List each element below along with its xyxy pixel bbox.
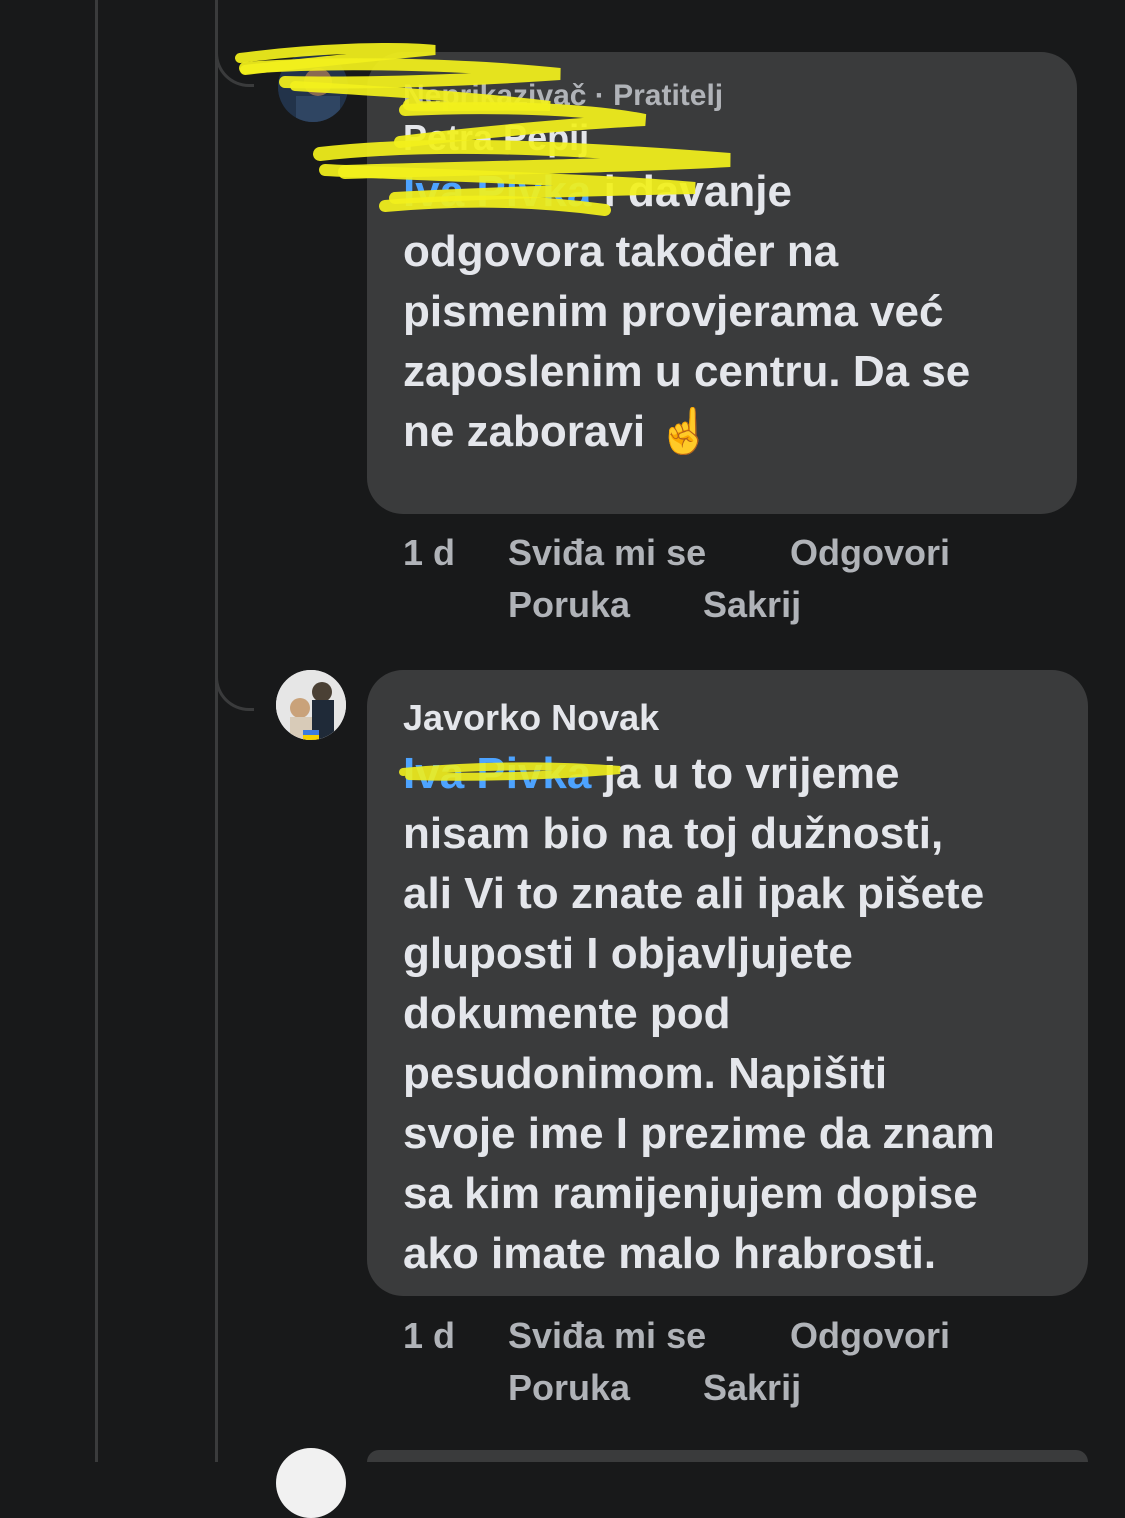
avatar[interactable]: [276, 1448, 346, 1518]
comment-text-line: nisam bio na toj dužnosti,: [403, 809, 944, 858]
comment-text-line: odgovora također na: [403, 227, 839, 276]
comment-text-line: sa kim ramijenjujem dopise: [403, 1169, 978, 1218]
ukraine-flag-icon: [303, 730, 319, 740]
comment-time[interactable]: 1 d: [403, 532, 455, 574]
comment-text-line: dokumente pod: [403, 989, 731, 1038]
hide-button[interactable]: Sakrij: [703, 584, 801, 626]
comment-text-line: gluposti I objavljujete: [403, 929, 853, 978]
thread-connector: [215, 664, 254, 711]
comment-text: Iva Pivka ja u to vrijeme nisam bio na t…: [403, 744, 1052, 1284]
avatar[interactable]: [276, 670, 346, 740]
comment-text-line: ali Vi to znate ali ipak pišete: [403, 869, 985, 918]
thread-line-inner: [215, 0, 218, 1462]
comment-actions: 1 d Sviđa mi se Odgovori Poruka Sakrij: [403, 1315, 1053, 1415]
reply-button[interactable]: Odgovori: [790, 1315, 950, 1357]
comment-text-line: ako imate malo hrabrosti.: [403, 1229, 937, 1278]
highlighter-redaction: [235, 43, 731, 216]
like-button[interactable]: Sviđa mi se: [508, 1315, 706, 1357]
comment-text-line: svoje ime I prezime da znam: [403, 1109, 995, 1158]
comment-actions: 1 d Sviđa mi se Odgovori Poruka Sakrij: [403, 532, 1053, 632]
comment-text-line: zaposlenim u centru. Da se: [403, 347, 971, 396]
like-button[interactable]: Sviđa mi se: [508, 532, 706, 574]
comment-text-line: ne zaboravi ☝️: [403, 407, 713, 456]
comment-text-line: ja u to vrijeme: [591, 749, 900, 798]
comment-time[interactable]: 1 d: [403, 1315, 455, 1357]
reply-button[interactable]: Odgovori: [790, 532, 950, 574]
comment-bubble[interactable]: [367, 1450, 1088, 1462]
comment-text-line: pesudonimom. Napišiti: [403, 1049, 888, 1098]
highlighter-redaction: [399, 762, 621, 781]
message-button[interactable]: Poruka: [508, 584, 630, 626]
hide-button[interactable]: Sakrij: [703, 1367, 801, 1409]
comment-text-line: pismenim provjerama već: [403, 287, 944, 336]
message-button[interactable]: Poruka: [508, 1367, 630, 1409]
comment-author[interactable]: Javorko Novak: [403, 696, 1052, 740]
thread-line-outer: [95, 0, 98, 1462]
